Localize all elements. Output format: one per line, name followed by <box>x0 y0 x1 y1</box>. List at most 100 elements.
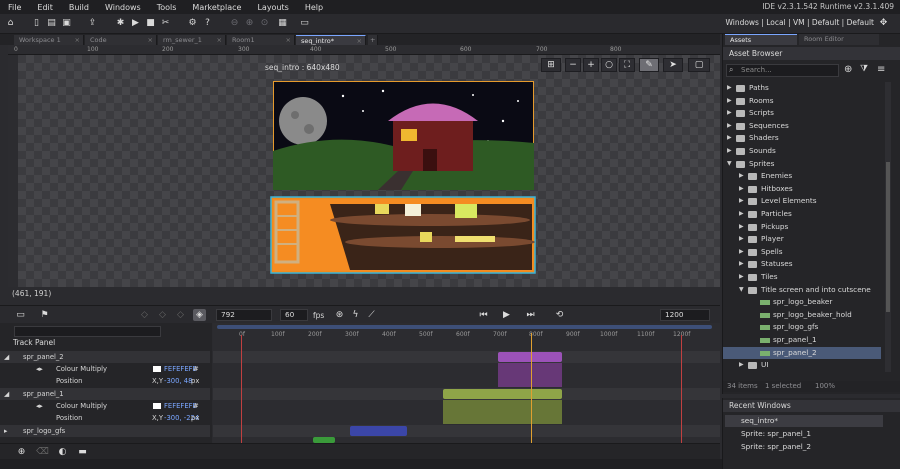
track-spr-logo-gfs[interactable]: ▸ spr_logo_gfs <box>0 425 210 437</box>
track-spr-panel-2[interactable]: ◢ spr_panel_2 <box>0 351 210 363</box>
end-marker[interactable] <box>681 335 682 443</box>
fps-field[interactable]: 60 <box>280 309 308 321</box>
expand-icon[interactable]: ◢ <box>4 351 9 363</box>
length-field[interactable]: 1200 <box>660 309 710 321</box>
keyframe-block[interactable] <box>350 426 407 436</box>
menu-tools[interactable]: Tools <box>149 3 185 12</box>
new-tab-button[interactable]: + <box>368 35 378 45</box>
param-value[interactable]: FEFEFEFE <box>164 400 197 412</box>
background-color-button[interactable]: ▢ <box>688 58 710 72</box>
chevron-down-icon[interactable]: ▼ <box>739 284 744 297</box>
chevron-right-icon[interactable]: ▶ <box>739 359 744 372</box>
asset-tree-item[interactable]: spr_logo_beaker_hold <box>723 309 881 322</box>
skip-end-icon[interactable]: ⏭ <box>524 309 537 321</box>
chevron-down-icon[interactable]: ▼ <box>727 158 732 171</box>
tab-assets[interactable]: Assets <box>725 34 797 45</box>
track-param[interactable]: ◂▸ Colour Multiply FEFEFEFE # <box>0 400 210 412</box>
asset-tree-item[interactable]: spr_logo_beaker <box>723 296 881 309</box>
menu-icon[interactable]: ≡ <box>877 64 885 75</box>
asset-tree-item[interactable]: spr_logo_gfs <box>723 321 881 334</box>
view-mode-icon[interactable]: ▭ <box>14 309 27 321</box>
add-track-icon[interactable]: ⊕ <box>15 446 28 458</box>
zoom-out-button[interactable]: − <box>565 58 581 72</box>
chevron-right-icon[interactable]: ▶ <box>739 246 744 259</box>
asset-search-input[interactable]: Search... <box>726 64 839 77</box>
open-file-icon[interactable]: ▤ <box>45 17 58 30</box>
chevron-right-icon[interactable]: ▶ <box>739 233 744 246</box>
tool-icon[interactable]: ✎ <box>639 58 659 72</box>
chevron-right-icon[interactable]: ▶ <box>739 183 744 196</box>
asset-tree-item[interactable]: ▶ Sequences <box>723 120 881 133</box>
screen-icon[interactable]: ▭ <box>298 17 311 30</box>
asset-tree-item[interactable]: ▶ Paths <box>723 82 881 95</box>
tab-room1[interactable]: Room1 × <box>227 35 295 45</box>
track-param[interactable]: ◂▸ Colour Multiply FEFEFEFE # <box>0 363 210 375</box>
chevron-right-icon[interactable]: ▶ <box>727 120 732 133</box>
close-icon[interactable]: × <box>217 35 222 45</box>
scrollbar[interactable] <box>885 82 891 372</box>
keyframe-block[interactable] <box>443 389 562 399</box>
help-icon[interactable]: ? <box>201 17 214 30</box>
close-icon[interactable]: × <box>286 35 291 45</box>
select-tool-button[interactable]: ➤ <box>663 58 683 72</box>
asset-tree-item[interactable]: spr_panel_1 <box>723 334 881 347</box>
scrollbar-thumb[interactable] <box>886 162 890 312</box>
track-search-input[interactable] <box>14 326 161 337</box>
asset-tree-item[interactable]: ▶ Player <box>723 233 881 246</box>
asset-tree-item[interactable]: ▶ Rooms <box>723 95 881 108</box>
visibility-icon[interactable]: ◐ <box>56 446 69 458</box>
save-icon[interactable]: ▣ <box>60 17 73 30</box>
run-icon[interactable]: ▶ <box>129 17 142 30</box>
track-spr-panel-1[interactable]: ◢ spr_panel_1 <box>0 388 210 400</box>
timeline-range-bar[interactable] <box>217 325 712 329</box>
asset-tree-item[interactable]: ▶ Hitboxes <box>723 183 881 196</box>
debug-icon[interactable]: ✱ <box>114 17 127 30</box>
asset-tree-item[interactable]: ▶ Particles <box>723 208 881 221</box>
asset-tree-item[interactable]: ▶ Pickups <box>723 221 881 234</box>
fit-view-button[interactable]: ⛶ <box>619 58 635 72</box>
grid-toggle-button[interactable]: ⊞ <box>541 58 561 72</box>
clean-icon[interactable]: ✂ <box>159 17 172 30</box>
filter-icon[interactable]: ⧩ <box>860 64 868 74</box>
chevron-right-icon[interactable]: ▶ <box>739 208 744 221</box>
loop-icon[interactable]: ⟲ <box>553 309 566 321</box>
asset-tree-item[interactable]: ▶ Tiles <box>723 271 881 284</box>
menu-marketplace[interactable]: Marketplace <box>184 3 249 12</box>
chevron-right-icon[interactable]: ▶ <box>739 195 744 208</box>
asset-tree-item[interactable]: ▶ UI <box>723 359 881 372</box>
keyframe-block[interactable] <box>443 400 562 424</box>
tab-rm-sewer-1[interactable]: rm_sewer_1 × <box>158 35 226 45</box>
zoom-in-icon[interactable]: ⊕ <box>243 17 256 30</box>
color-swatch[interactable] <box>153 403 161 409</box>
keyframe-block[interactable] <box>498 352 562 362</box>
track-param[interactable]: Position X,Y -300, 48 px <box>0 375 210 387</box>
new-file-icon[interactable]: ▯ <box>30 17 43 30</box>
recent-item[interactable]: seq_intro* <box>725 415 883 427</box>
playback-speed-icon[interactable]: ⊛ <box>333 309 346 321</box>
spr-panel-1-artwork[interactable] <box>270 196 536 274</box>
grid-icon[interactable]: ▦ <box>276 17 289 30</box>
close-icon[interactable]: × <box>75 35 80 45</box>
tab-room-editor[interactable]: Room Editor <box>799 34 879 45</box>
target-info[interactable]: Windows | Local | VM | Default | Default <box>725 18 874 27</box>
recent-item[interactable]: Sprite: spr_panel_1 <box>725 428 883 440</box>
curve-icon[interactable]: ⟋ <box>365 309 378 321</box>
chevron-right-icon[interactable]: ▶ <box>739 258 744 271</box>
playhead[interactable] <box>531 333 532 443</box>
track-param[interactable]: Position X,Y -300, -224 px <box>0 412 210 424</box>
keyframe-nav-icon[interactable]: ◂▸ <box>36 363 43 375</box>
skip-start-icon[interactable]: ⏮ <box>477 309 490 321</box>
spr-panel-2-artwork[interactable] <box>273 81 534 190</box>
delete-track-icon[interactable]: ⌫ <box>36 446 49 458</box>
play-icon[interactable]: ▶ <box>500 309 513 321</box>
param-value[interactable]: -300, 48 <box>164 375 192 387</box>
folder-icon[interactable]: ▬ <box>76 446 89 458</box>
chevron-right-icon[interactable]: ▶ <box>727 82 732 95</box>
menu-file[interactable]: File <box>0 3 29 12</box>
keyframe-add-icon[interactable]: ◇ <box>156 309 169 321</box>
add-asset-icon[interactable]: ⊕ <box>844 64 852 75</box>
record-keyframe-icon[interactable]: ◈ <box>193 309 206 321</box>
menu-build[interactable]: Build <box>61 3 97 12</box>
menu-windows[interactable]: Windows <box>97 3 149 12</box>
menu-help[interactable]: Help <box>297 3 331 12</box>
